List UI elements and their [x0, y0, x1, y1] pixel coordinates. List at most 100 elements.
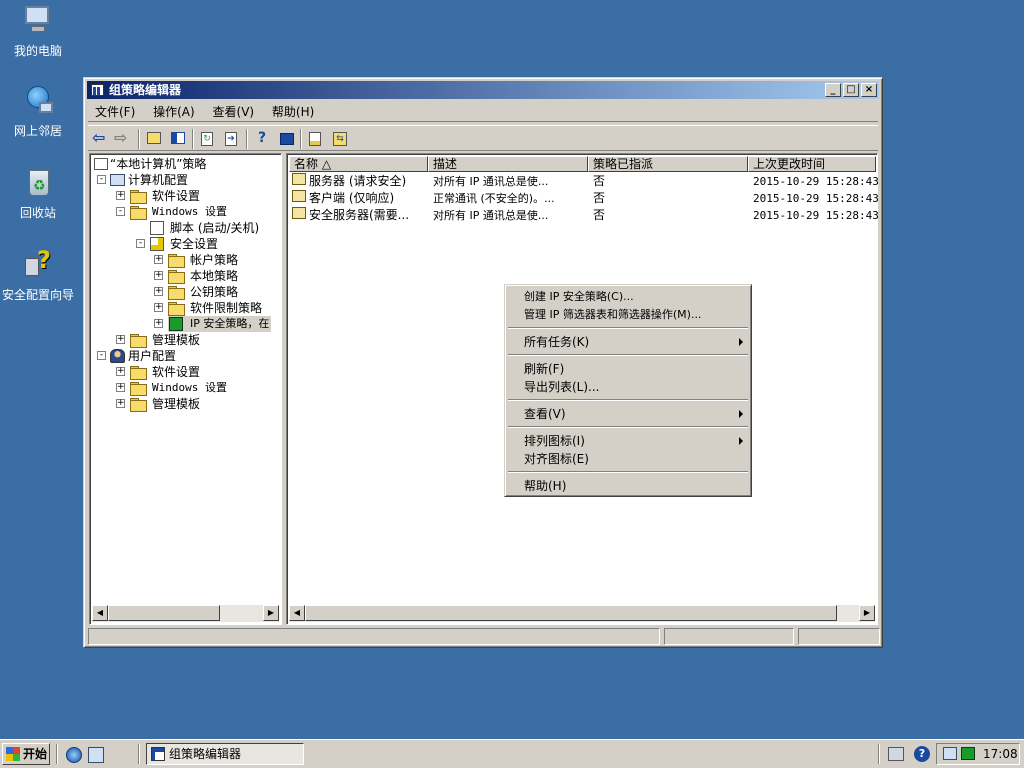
tree-node-user-software-settings[interactable]: 软件设置 [130, 364, 200, 380]
submenu-arrow-icon [739, 410, 743, 418]
tree-node-windows-settings[interactable]: Windows 设置 [130, 204, 227, 220]
policy-assigned: 否 [593, 191, 606, 205]
expand-toggle[interactable]: + [154, 255, 163, 264]
tree-node-ip-security[interactable]: IP 安全策略，在 [168, 316, 272, 332]
menu-separator [508, 399, 748, 401]
policy-name: 服务器 (请求安全) [309, 174, 407, 188]
menu-help[interactable]: 帮助(H) [265, 102, 321, 122]
scroll-thumb[interactable] [305, 605, 837, 621]
folder-icon [130, 382, 147, 396]
up-folder-icon[interactable] [144, 129, 164, 149]
start-button[interactable]: 开始 [2, 743, 50, 765]
menu-item-create-ip-policy[interactable]: 创建 IP 安全策略(C)... [524, 288, 634, 306]
policy-name: 安全服务器(需要... [309, 208, 410, 222]
tree-node-user-admin-templates[interactable]: 管理模板 [130, 396, 200, 412]
scroll-left-button[interactable]: ◀ [92, 605, 108, 621]
column-header-modified[interactable]: 上次更改时间 [748, 156, 876, 172]
expand-toggle[interactable]: + [116, 335, 125, 344]
desktop-icon-security-wizard[interactable]: ? 安全配置向导 [0, 246, 76, 303]
forward-arrow-icon[interactable]: ⇨ [114, 129, 134, 149]
submenu-arrow-icon [739, 338, 743, 346]
tree-node-root[interactable]: “本地计算机”策略 [94, 156, 206, 172]
create-policy-icon[interactable] [306, 129, 326, 149]
list-horizontal-scrollbar[interactable]: ◀ ▶ [289, 605, 875, 622]
scroll-left-button[interactable]: ◀ [289, 605, 305, 621]
ip-policy-icon [292, 173, 306, 185]
menu-item-export-list[interactable]: 导出列表(L)... [524, 378, 600, 396]
menu-item-line-up-icons[interactable]: 对齐图标(E) [524, 450, 589, 468]
column-header-name[interactable]: 名称 △ [289, 156, 428, 172]
tree-node-scripts[interactable]: 脚本 (启动/关机) [150, 220, 259, 236]
status-panel-main [88, 628, 660, 645]
tray-device-icon[interactable] [888, 747, 904, 761]
expand-toggle[interactable]: + [116, 383, 125, 392]
folder-icon [168, 302, 185, 316]
back-arrow-icon[interactable]: ⇦ [92, 129, 112, 149]
tree-node-local-policies[interactable]: 本地策略 [168, 268, 238, 284]
expand-toggle[interactable]: + [154, 319, 163, 328]
tray-network-icon[interactable] [961, 747, 975, 760]
manage-filters-icon[interactable]: ⇆ [330, 129, 350, 149]
scroll-right-button[interactable]: ▶ [263, 605, 279, 621]
menu-item-manage-filters[interactable]: 管理 IP 筛选器表和筛选器操作(M)... [524, 306, 701, 324]
desktop-icon-label: 安全配置向导 [1, 288, 74, 302]
tree-horizontal-scrollbar[interactable]: ◀ ▶ [92, 605, 279, 622]
show-desktop-icon[interactable] [88, 747, 104, 763]
tree-node-user-windows-settings[interactable]: Windows 设置 [130, 380, 227, 396]
expand-toggle[interactable]: + [116, 399, 125, 408]
tree-node-account-policies[interactable]: 帐户策略 [168, 252, 238, 268]
tree-node-user-config[interactable]: 用户配置 [110, 348, 176, 364]
help-icon[interactable]: ? [252, 129, 272, 149]
menu-item-view[interactable]: 查看(V) [524, 405, 566, 423]
policy-assigned: 否 [593, 208, 606, 222]
taskbar-button-gpedit[interactable]: 组策略编辑器 [146, 743, 304, 765]
help-tray-icon[interactable]: ? [914, 746, 930, 762]
column-header-description[interactable]: 描述 [428, 156, 588, 172]
menu-item-all-tasks[interactable]: 所有任务(K) [524, 333, 751, 351]
tray-monitor-icon[interactable] [943, 747, 957, 760]
title-bar[interactable]: 组策略编辑器 _ □ × [87, 81, 879, 99]
show-hide-tree-icon[interactable] [168, 129, 188, 149]
gpedit-app-icon [151, 747, 165, 761]
maximize-button[interactable]: □ [843, 83, 859, 97]
collapse-toggle[interactable]: - [97, 351, 106, 360]
expand-toggle[interactable]: + [116, 191, 125, 200]
menu-view[interactable]: 查看(V) [206, 102, 262, 122]
scroll-thumb[interactable] [108, 605, 220, 621]
clock[interactable]: 17:08 [983, 744, 1018, 764]
menu-item-refresh[interactable]: 刷新(F) [524, 360, 564, 378]
menu-action[interactable]: 操作(A) [146, 102, 202, 122]
collapse-toggle[interactable]: - [136, 239, 145, 248]
tree-node-public-key-policies[interactable]: 公钥策略 [168, 284, 238, 300]
tree-node-security-settings[interactable]: 安全设置 [150, 236, 218, 252]
menu-item-help[interactable]: 帮助(H) [524, 477, 566, 495]
collapse-toggle[interactable]: - [97, 175, 106, 184]
desktop-icon-network[interactable]: 网上邻居 [0, 84, 76, 139]
expand-toggle[interactable]: + [154, 271, 163, 280]
status-bar [88, 628, 880, 646]
menu-item-arrange-icons[interactable]: 排列图标(I) [524, 432, 585, 450]
policy-name: 客户端 (仅响应) [309, 191, 395, 205]
expand-toggle[interactable]: + [154, 303, 163, 312]
internet-explorer-icon[interactable] [66, 747, 82, 763]
close-button[interactable]: × [861, 83, 877, 97]
tree-node-computer-config[interactable]: 计算机配置 [110, 172, 188, 188]
column-header-assigned[interactable]: 策略已指派 [588, 156, 748, 172]
minimize-button[interactable]: _ [825, 83, 841, 97]
expand-toggle[interactable]: + [154, 287, 163, 296]
scroll-right-button[interactable]: ▶ [859, 605, 875, 621]
ip-policy-icon [292, 207, 306, 219]
tree-node-software-restriction[interactable]: 软件限制策略 [168, 300, 262, 316]
properties-icon[interactable] [276, 129, 296, 149]
collapse-toggle[interactable]: - [116, 207, 125, 216]
desktop-icon-recycle-bin[interactable]: ♻ 回收站 [0, 166, 76, 221]
expand-toggle[interactable]: + [116, 367, 125, 376]
tree-node-admin-templates[interactable]: 管理模板 [130, 332, 200, 348]
export-list-icon[interactable]: ➔ [222, 129, 242, 149]
menu-separator [508, 354, 748, 356]
menu-separator [508, 426, 748, 428]
tree-node-software-settings[interactable]: 软件设置 [130, 188, 200, 204]
refresh-icon[interactable]: ↻ [198, 129, 218, 149]
menu-file[interactable]: 文件(F) [88, 102, 142, 122]
desktop-icon-my-computer[interactable]: 我的电脑 [0, 4, 76, 59]
